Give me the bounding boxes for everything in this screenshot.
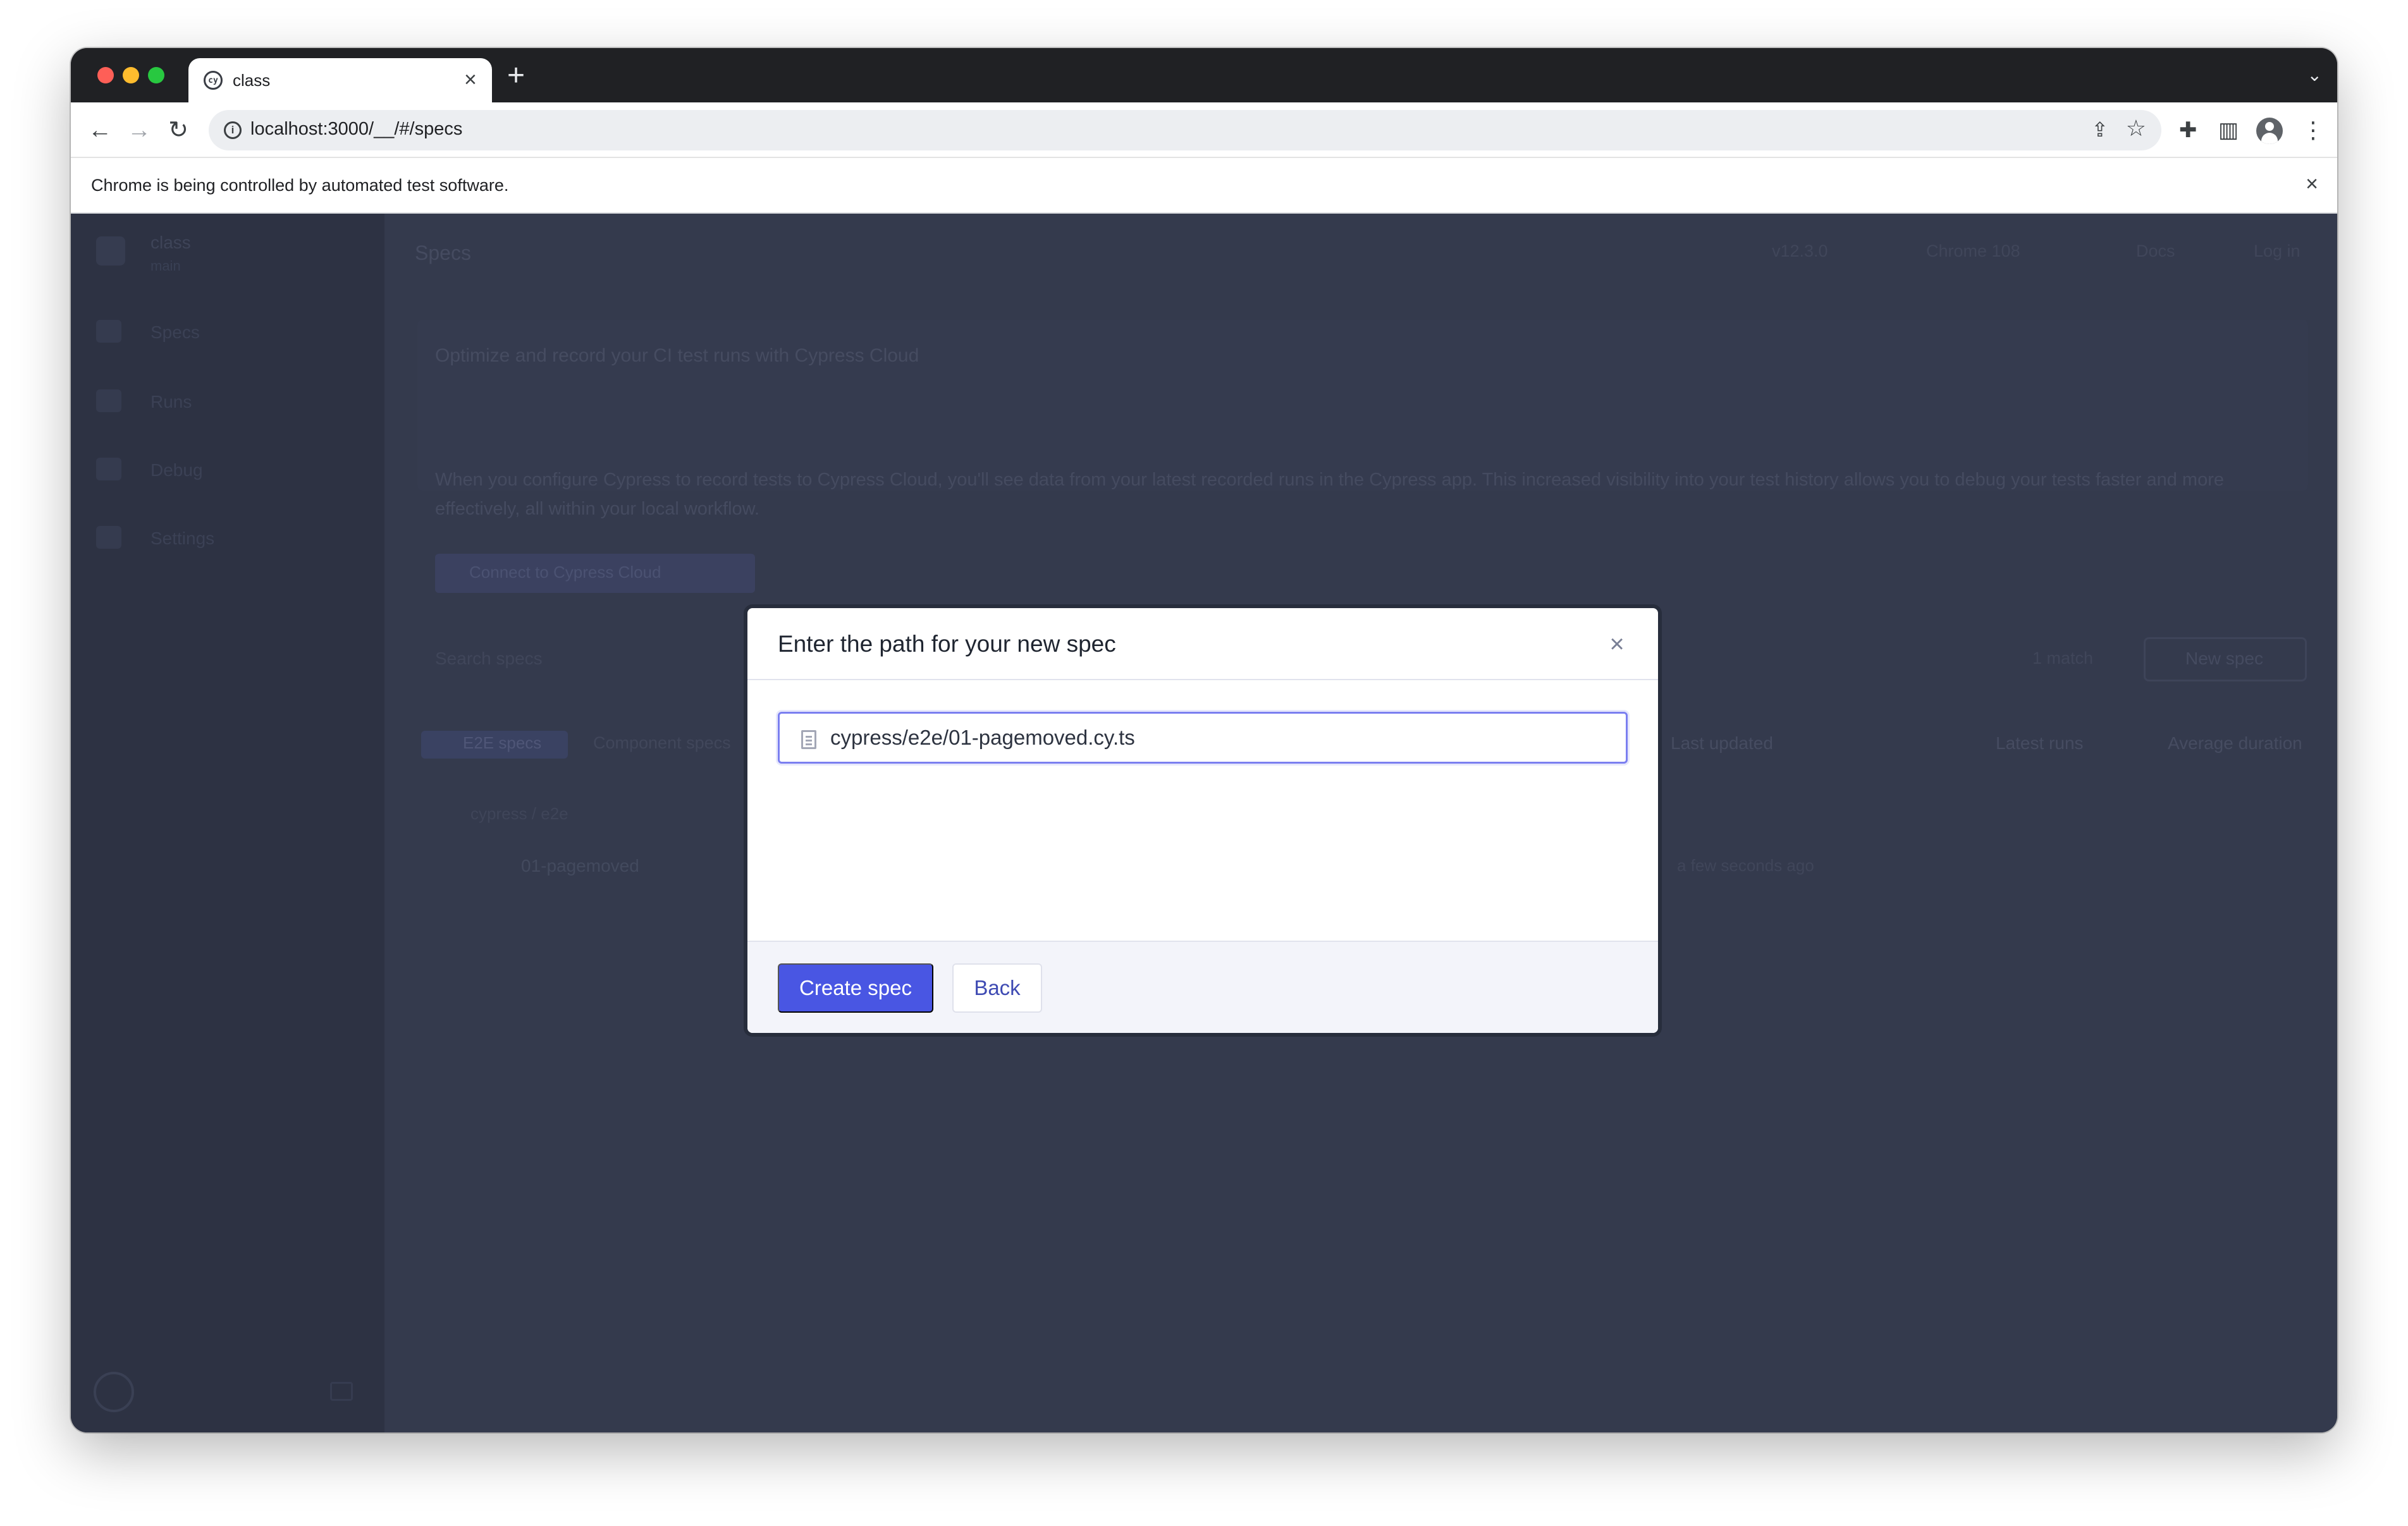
- header-browser: Chrome 108: [1926, 241, 2020, 260]
- tab-e2e-label: E2E specs: [463, 733, 542, 752]
- tree-file: 01-pagemoved: [521, 856, 639, 876]
- address-bar[interactable]: i localhost:3000/__/#/specs ⇪ ☆: [209, 110, 2161, 150]
- tree-folder: cypress / e2e: [470, 804, 568, 823]
- sidebar-project-name: class: [150, 233, 191, 252]
- create-spec-button[interactable]: Create spec: [778, 963, 933, 1013]
- automation-notice: Chrome is being controlled by automated …: [91, 176, 509, 195]
- spec-path-field[interactable]: [778, 712, 1628, 764]
- tab-search-chevron-down-icon[interactable]: ⌄: [2307, 64, 2322, 85]
- browser-menu-kebab-icon[interactable]: ⋮: [2302, 115, 2325, 145]
- project-icon: [96, 236, 125, 266]
- sidebar-item-label: Runs: [150, 392, 192, 412]
- bookmark-star-icon[interactable]: ☆: [2126, 115, 2146, 142]
- tab-close-icon[interactable]: ×: [464, 67, 477, 92]
- create-spec-modal: Enter the path for your new spec × Creat…: [747, 608, 1658, 1033]
- browser-tab-active[interactable]: cy class ×: [188, 58, 492, 102]
- header-login: Log in: [2254, 241, 2300, 260]
- tree-file-updated: a few seconds ago: [1677, 856, 1814, 875]
- sidebar-item-label: Settings: [150, 528, 215, 548]
- modal-header: Enter the path for your new spec ×: [747, 608, 1658, 680]
- browser-toolbar: ← → ↻ i localhost:3000/__/#/specs ⇪ ☆ ✚ …: [71, 102, 2337, 158]
- back-button[interactable]: Back: [952, 963, 1042, 1013]
- page-title: Specs: [415, 241, 471, 264]
- window-zoom-button[interactable]: [148, 67, 164, 83]
- window-close-button[interactable]: [97, 67, 114, 83]
- sidebar-item-specs: Specs: [96, 317, 362, 346]
- sidebar-item-label: Debug: [150, 460, 203, 480]
- modal-close-icon[interactable]: ×: [1600, 627, 1634, 661]
- back-arrow-icon[interactable]: ←: [83, 114, 116, 147]
- banner-title: Optimize and record your CI test runs wi…: [435, 345, 919, 366]
- infobar-close-icon[interactable]: ×: [2306, 172, 2318, 197]
- connect-cloud-label: Connect to Cypress Cloud: [469, 563, 661, 582]
- automation-infobar: Chrome is being controlled by automated …: [71, 158, 2337, 214]
- window-minimize-button[interactable]: [123, 67, 139, 83]
- settings-gear-icon: [96, 526, 121, 549]
- new-tab-plus-icon[interactable]: +: [507, 59, 525, 92]
- share-icon[interactable]: ⇪: [2091, 118, 2108, 142]
- forward-arrow-icon[interactable]: →: [123, 114, 156, 147]
- new-spec-label: New spec: [2185, 649, 2263, 668]
- header-version: v12.3.0: [1772, 241, 1828, 260]
- cypress-logo-icon: [94, 1372, 134, 1412]
- address-url[interactable]: localhost:3000/__/#/specs: [250, 119, 462, 140]
- cypress-favicon-icon: cy: [204, 71, 223, 90]
- tab-title: class: [233, 71, 271, 90]
- site-info-icon[interactable]: i: [224, 121, 242, 139]
- sidebar-item-label: Specs: [150, 322, 200, 342]
- extensions-puzzle-icon[interactable]: ✚: [2179, 115, 2197, 145]
- browser-titlebar: cy class × + ⌄: [71, 48, 2337, 102]
- sidebar-item-debug: Debug: [96, 455, 362, 484]
- debug-icon: [96, 458, 121, 480]
- specs-icon: [96, 320, 121, 343]
- sidebar-item-runs: Runs: [96, 387, 362, 416]
- reload-icon[interactable]: ↻: [162, 114, 195, 147]
- sidebar: class main Specs Runs Debug Settings: [71, 214, 384, 1432]
- profile-avatar-icon[interactable]: [2256, 118, 2283, 144]
- document-icon: [801, 730, 816, 749]
- sidebar-project-branch: main: [150, 258, 181, 274]
- column-latest-runs: Latest runs: [1996, 733, 2084, 753]
- sidebar-item-settings: Settings: [96, 523, 362, 552]
- modal-title: Enter the path for your new spec: [778, 631, 1116, 657]
- spec-search-placeholder: Search specs: [435, 649, 543, 668]
- browser-window: cy class × + ⌄ ← → ↻ i localhost:3000/__…: [71, 48, 2337, 1432]
- side-panel-icon[interactable]: ▥: [2218, 115, 2239, 145]
- sidebar-collapse-icon: [330, 1382, 353, 1401]
- modal-footer: Create spec Back: [747, 941, 1658, 1033]
- banner-body: When you configure Cypress to record tes…: [435, 470, 2224, 519]
- match-count: 1 match: [2032, 649, 2094, 668]
- tab-component-specs: Component specs: [593, 733, 731, 752]
- runs-icon: [96, 389, 121, 412]
- column-last-updated: Last updated: [1671, 733, 1773, 753]
- spec-path-input[interactable]: [830, 714, 1614, 762]
- header-docs: Docs: [2136, 241, 2175, 260]
- column-average-duration: Average duration: [2168, 733, 2302, 753]
